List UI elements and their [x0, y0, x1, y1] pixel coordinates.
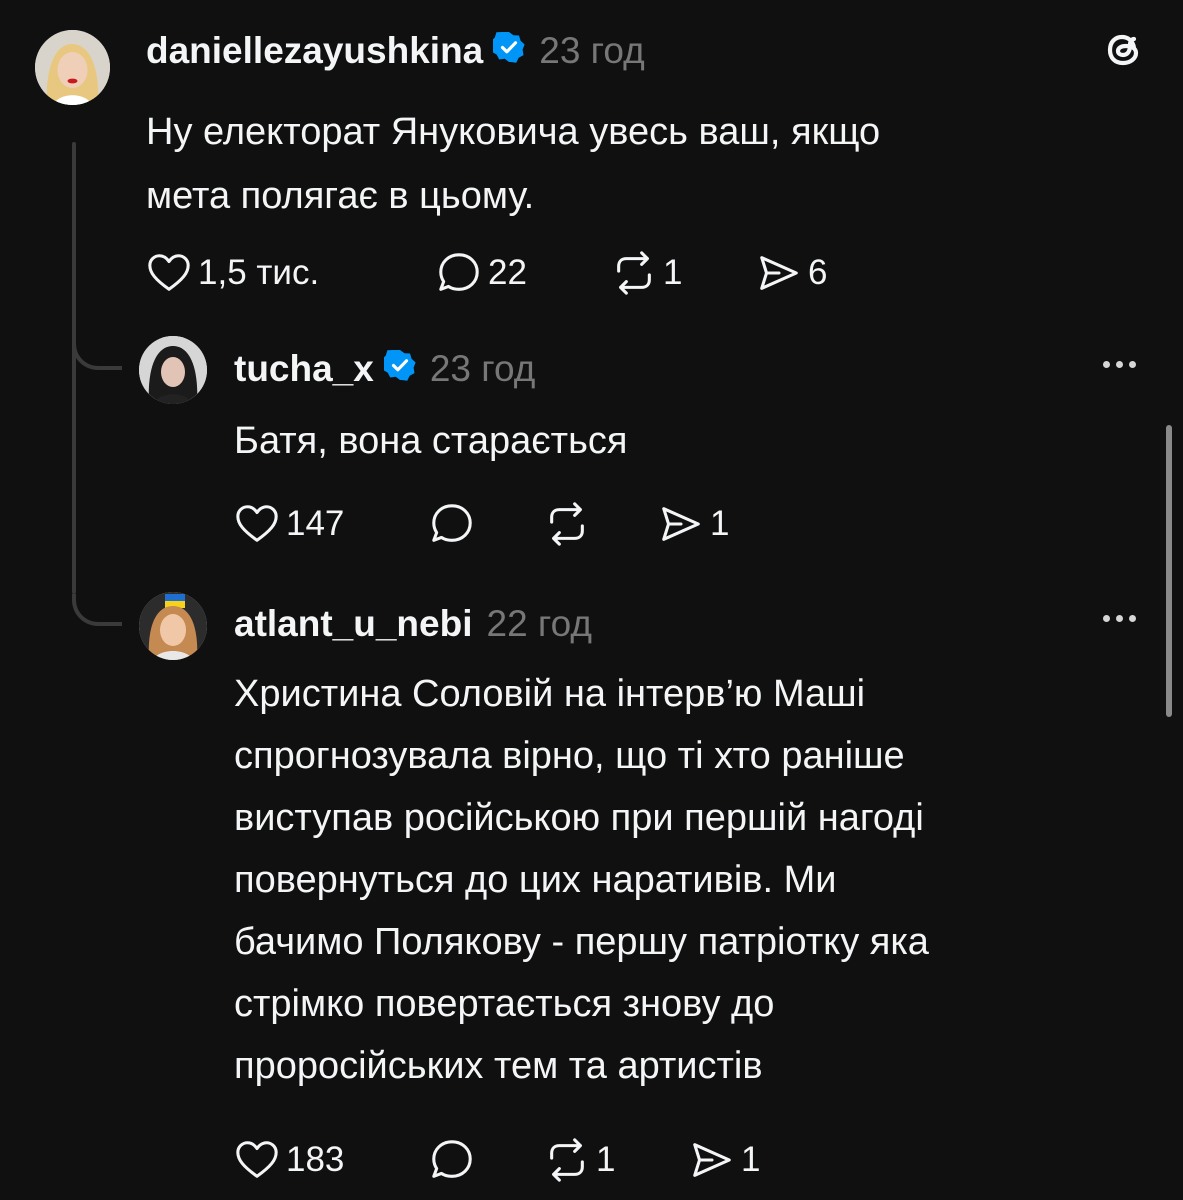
- repost-button[interactable]: 1: [544, 1137, 689, 1183]
- share-button[interactable]: 1: [658, 501, 729, 547]
- post-header: atlant_u_nebi 22 год: [234, 599, 592, 649]
- heart-icon: [148, 254, 190, 291]
- verified-badge-icon: [381, 348, 416, 390]
- more-options-icon[interactable]: [1103, 615, 1136, 622]
- share-icon: [760, 256, 798, 290]
- share-count: 1: [710, 504, 730, 543]
- heart-icon: [236, 1141, 278, 1178]
- repost-button[interactable]: [544, 501, 658, 547]
- repost-icon: [550, 1138, 584, 1182]
- comment-icon: [432, 504, 472, 542]
- threads-logo-icon[interactable]: [1100, 26, 1148, 74]
- username[interactable]: atlant_u_nebi: [234, 603, 473, 645]
- repost-count: 1: [596, 1140, 616, 1179]
- like-count: 183: [286, 1140, 345, 1179]
- reply-count: 22: [488, 253, 527, 292]
- scrollbar[interactable]: [1166, 425, 1172, 717]
- heart-icon: [236, 505, 278, 542]
- thread-line: [72, 142, 76, 594]
- more-options-icon[interactable]: [1103, 361, 1136, 368]
- post-actions: 1,5 тис. 22 1 6: [146, 249, 827, 297]
- post-header: daniellezayushkina 23 год: [146, 26, 645, 76]
- thread-branch-reply-2: [72, 594, 122, 626]
- share-count: 6: [808, 253, 828, 292]
- like-count: 1,5 тис.: [198, 253, 320, 292]
- reply-button[interactable]: [429, 1137, 544, 1183]
- verified-badge-icon: [491, 30, 525, 72]
- share-button[interactable]: 1: [689, 1137, 760, 1183]
- post-text: Ну електорат Януковича увесь ваш, якщо м…: [146, 111, 881, 217]
- comment-icon: [439, 253, 479, 291]
- comment-icon: [432, 1140, 472, 1178]
- post-actions: 183 1 1: [234, 1136, 760, 1184]
- share-button[interactable]: 6: [756, 250, 827, 296]
- repost-count: 1: [663, 253, 683, 292]
- reply-button[interactable]: [429, 501, 544, 547]
- post-time: 23 год: [539, 30, 645, 71]
- repost-icon: [617, 251, 651, 295]
- repost-icon: [550, 502, 584, 546]
- repost-button[interactable]: 1: [611, 250, 756, 296]
- username[interactable]: tucha_x: [234, 348, 374, 390]
- share-count: 1: [741, 1140, 761, 1179]
- like-button[interactable]: 183: [234, 1137, 429, 1183]
- like-button[interactable]: 1,5 тис.: [146, 250, 436, 296]
- post-text: Батя, вона старається: [234, 420, 628, 462]
- avatar[interactable]: [35, 30, 110, 105]
- thread-branch-reply-1: [72, 338, 122, 370]
- like-button[interactable]: 147: [234, 501, 429, 547]
- reply-button[interactable]: 22: [436, 250, 611, 296]
- avatar[interactable]: [139, 336, 207, 404]
- like-count: 147: [286, 504, 345, 543]
- share-icon: [662, 507, 700, 541]
- share-icon: [693, 1143, 731, 1177]
- post-time: 22 год: [486, 603, 592, 644]
- post-actions: 147 1: [234, 500, 729, 548]
- post-text: Христина Соловій на інтерв’ю Маші спрогн…: [234, 673, 929, 1087]
- username[interactable]: daniellezayushkina: [146, 30, 483, 72]
- post-header: tucha_x 23 год: [234, 344, 535, 394]
- avatar[interactable]: [139, 592, 207, 660]
- post-time: 23 год: [429, 348, 536, 389]
